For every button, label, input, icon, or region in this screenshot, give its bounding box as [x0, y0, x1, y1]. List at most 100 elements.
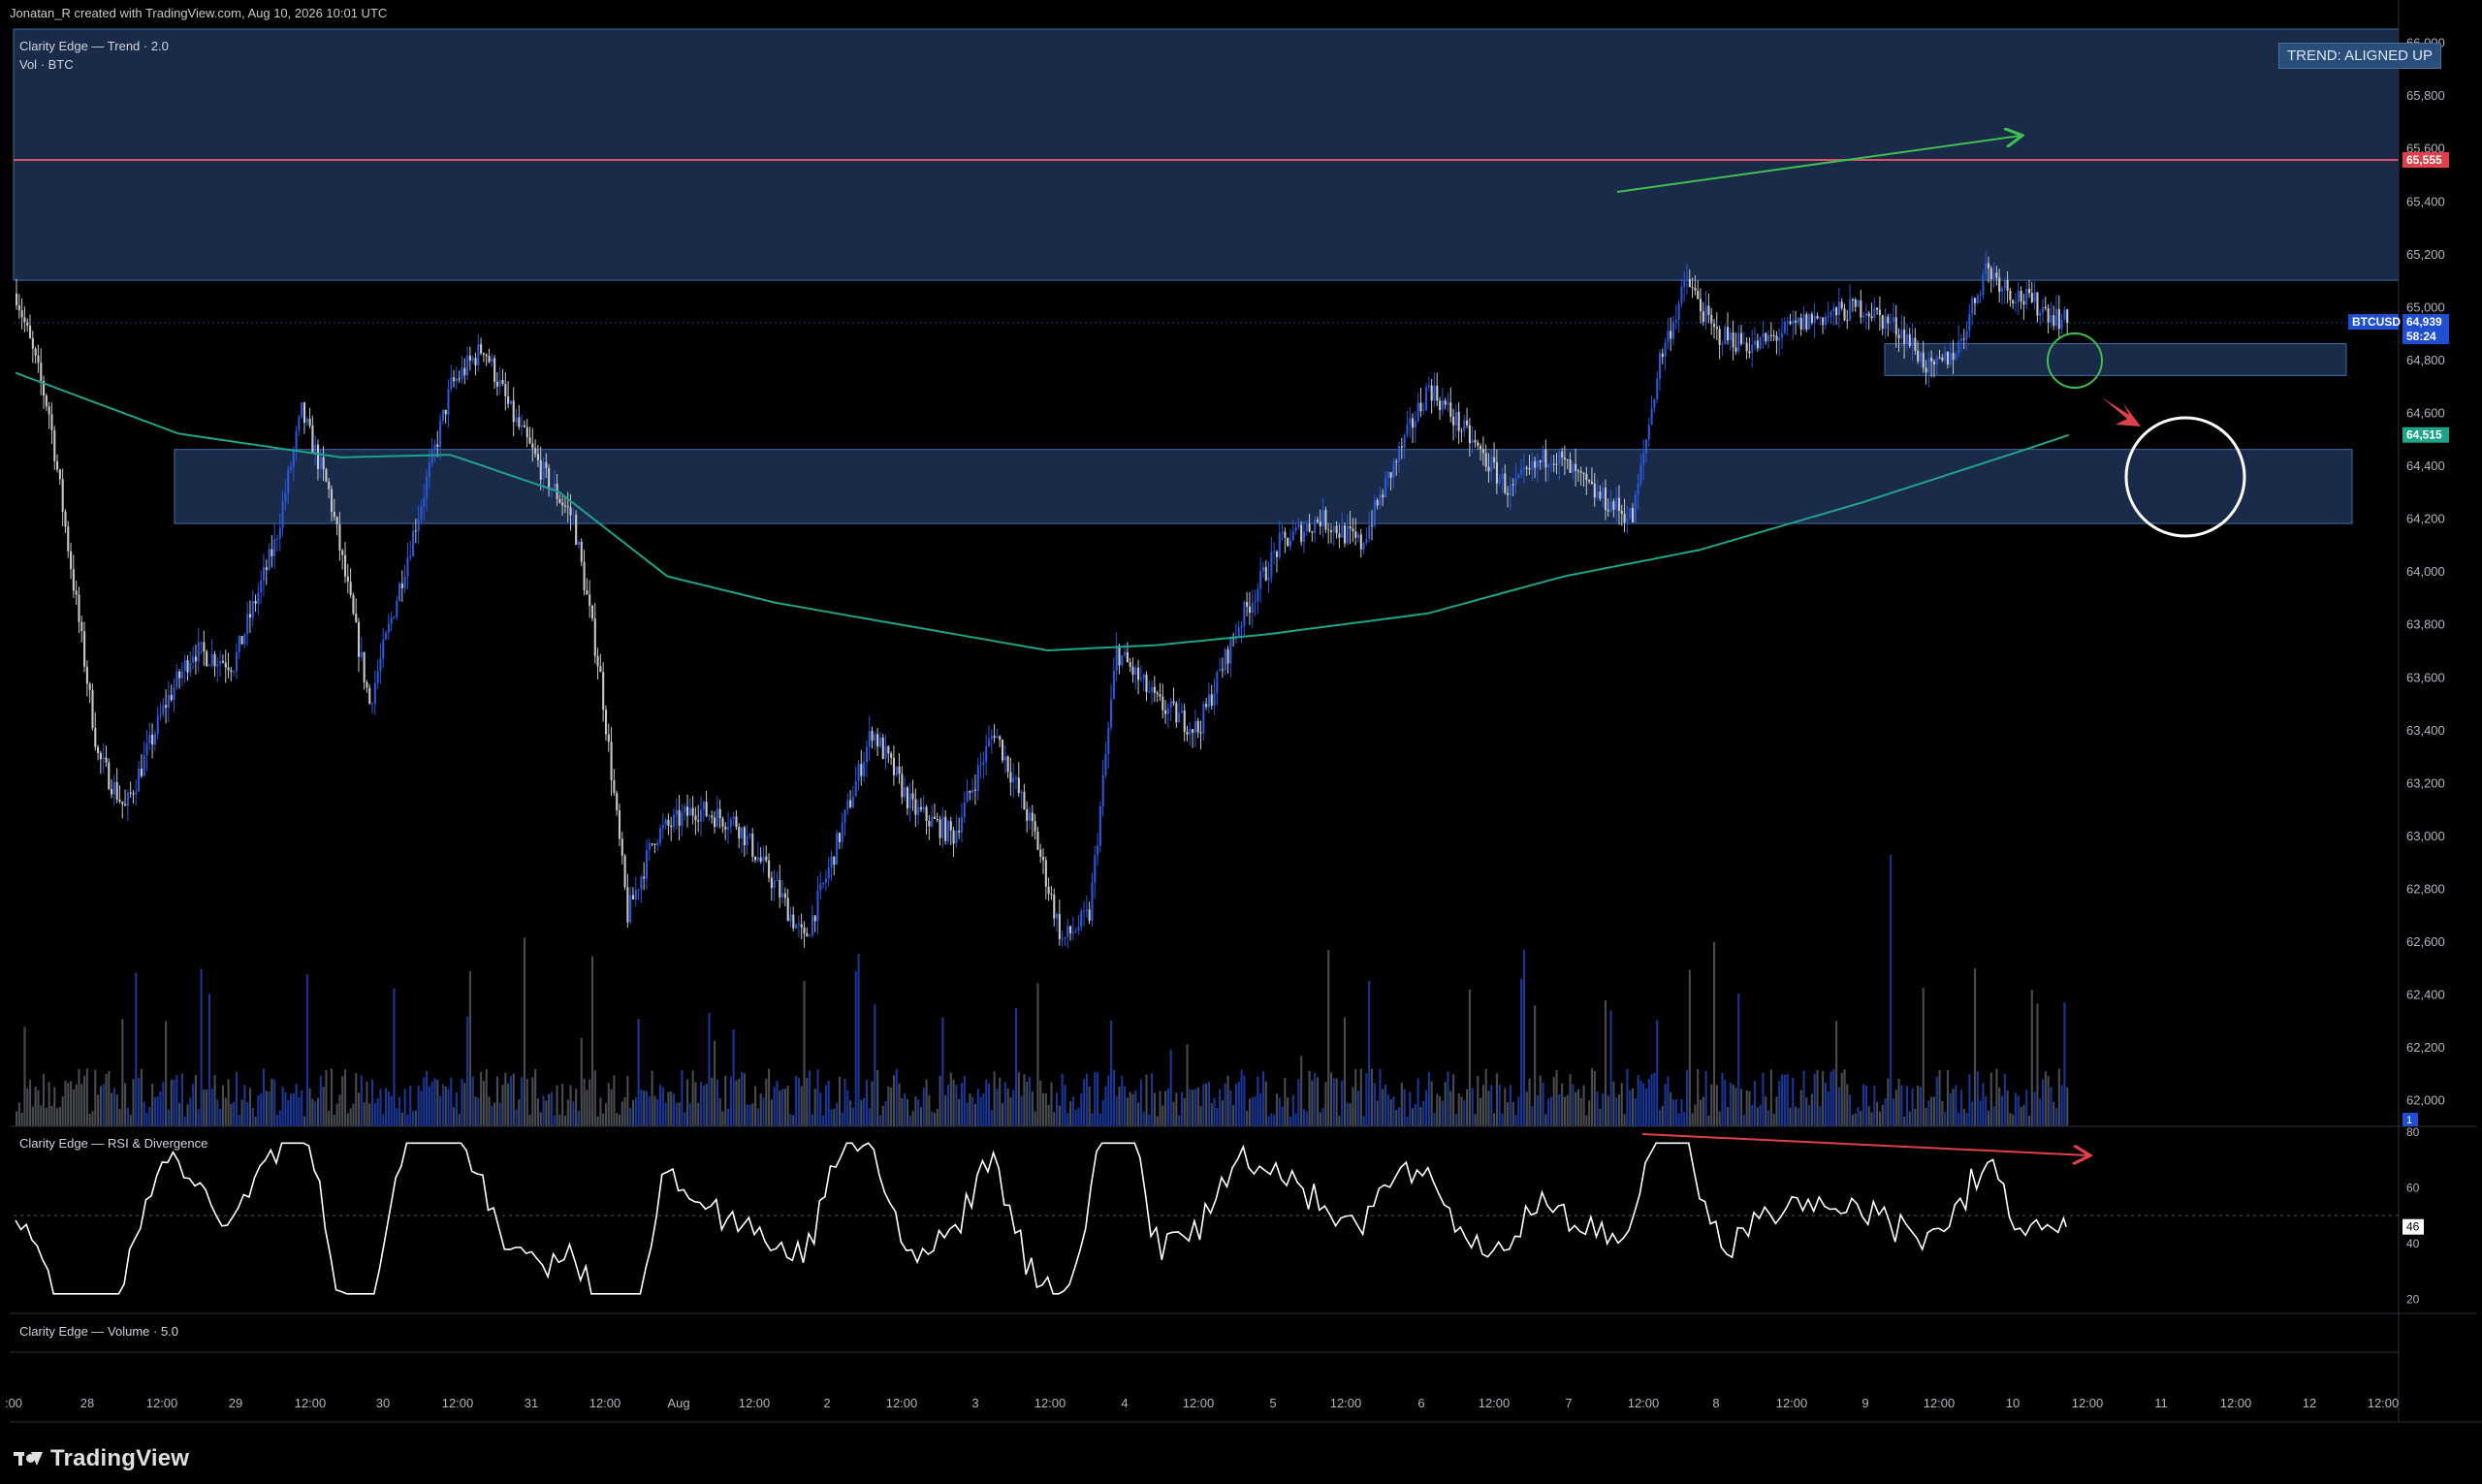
candle-body — [908, 793, 911, 808]
volume-bar — [1243, 1075, 1246, 1126]
volume-bar — [135, 972, 138, 1126]
volume-bar — [243, 1085, 246, 1126]
candle-body — [1338, 533, 1341, 538]
candle-body — [1294, 527, 1297, 531]
candle — [1202, 701, 1205, 742]
volume-bar — [1756, 1107, 1759, 1126]
candle — [515, 408, 518, 426]
candle-body — [1840, 301, 1843, 309]
candle — [88, 681, 91, 704]
tradingview-wordmark: TradingView — [50, 1445, 190, 1471]
price-chart[interactable]: 8060402046 66,00065,80065,60065,40065,20… — [0, 0, 2482, 1484]
volume-bar — [1914, 1108, 1917, 1126]
candle — [1219, 657, 1222, 672]
candle — [1275, 550, 1279, 573]
volume-bar — [1454, 1114, 1457, 1126]
volume-bar — [1175, 1092, 1178, 1126]
candle — [270, 535, 273, 568]
volume-bar — [170, 1079, 173, 1126]
volume-bar — [1003, 1082, 1006, 1126]
candle-body — [1112, 670, 1115, 699]
candle — [493, 355, 496, 390]
volume-bar — [1745, 1090, 1748, 1126]
candle — [1343, 521, 1347, 548]
candle-body — [1759, 337, 1762, 349]
volume-bar — [990, 1110, 993, 1126]
candle — [143, 741, 145, 777]
candle — [450, 363, 453, 393]
volume-bar — [1908, 1111, 1911, 1126]
candle-body — [423, 497, 426, 507]
candle-body — [213, 653, 216, 667]
candle-body — [240, 636, 243, 645]
candle — [1650, 395, 1653, 426]
candle-body — [1762, 332, 1765, 338]
candle — [393, 616, 396, 619]
candle — [58, 468, 61, 486]
volume-bar — [447, 1089, 450, 1126]
candle — [1409, 407, 1412, 439]
volume-bar — [162, 1082, 165, 1126]
candle-body — [1897, 334, 1900, 339]
volume-bar — [1685, 1070, 1689, 1126]
volume-bar — [1644, 1088, 1648, 1126]
candle-body — [412, 530, 415, 556]
candle-body — [1493, 457, 1496, 462]
volume-bar — [1525, 1091, 1528, 1126]
volume-bar — [933, 1113, 937, 1126]
volume-bar — [536, 1098, 540, 1126]
volume-bar — [1416, 1078, 1419, 1126]
candle — [838, 832, 841, 850]
candle-body — [207, 665, 211, 667]
volume-bar — [836, 1103, 839, 1126]
candle — [1759, 335, 1762, 351]
volume-bar — [382, 1114, 385, 1126]
candle-body — [1229, 637, 1232, 664]
volume-bar — [1674, 1098, 1677, 1126]
candle-body — [1639, 464, 1642, 485]
candle-body — [1436, 385, 1439, 401]
candle-body — [952, 830, 955, 844]
volume-bar — [1169, 1050, 1172, 1126]
candle — [1020, 789, 1023, 808]
volume-bar — [1612, 1081, 1615, 1126]
tradingview-brand[interactable]: TradingView — [14, 1445, 189, 1472]
candle — [238, 634, 240, 659]
time-tick-label: 7 — [1565, 1396, 1572, 1410]
volume-bar — [827, 1080, 830, 1126]
candle-body — [409, 555, 412, 558]
candle — [1014, 774, 1018, 790]
candle-body — [115, 781, 118, 800]
volume-bar — [1083, 1079, 1086, 1126]
volume-bar — [1517, 1096, 1520, 1126]
volume-bar — [878, 1115, 882, 1126]
candle-body — [1237, 627, 1240, 636]
volume-bar — [2054, 1108, 2058, 1126]
candle — [1727, 312, 1730, 345]
candle — [1968, 304, 1971, 338]
candle — [1359, 528, 1362, 558]
volume-bar — [1549, 1096, 1552, 1126]
volume-bar — [1270, 1113, 1273, 1126]
volume-bar — [1897, 1078, 1900, 1126]
candle — [91, 683, 94, 731]
volume-bar — [694, 1082, 697, 1126]
volume-bar — [129, 1115, 132, 1126]
candle — [656, 838, 659, 851]
volume-bar — [409, 1085, 412, 1126]
candle — [976, 757, 979, 801]
candle-body — [518, 417, 521, 427]
volume-bar — [1575, 1091, 1577, 1126]
volume-bar — [1346, 1102, 1349, 1126]
candle-body — [1680, 286, 1683, 303]
candle-body — [1466, 420, 1469, 426]
candle-body — [292, 450, 295, 467]
volume-bar — [148, 1106, 151, 1126]
candle-body — [575, 514, 578, 545]
time-tick-label: 12:00 — [295, 1396, 327, 1410]
candle-body — [135, 791, 138, 795]
candle — [441, 409, 444, 425]
candle-body — [1098, 805, 1101, 846]
candle — [580, 538, 583, 567]
volume-bar — [1463, 1100, 1466, 1126]
